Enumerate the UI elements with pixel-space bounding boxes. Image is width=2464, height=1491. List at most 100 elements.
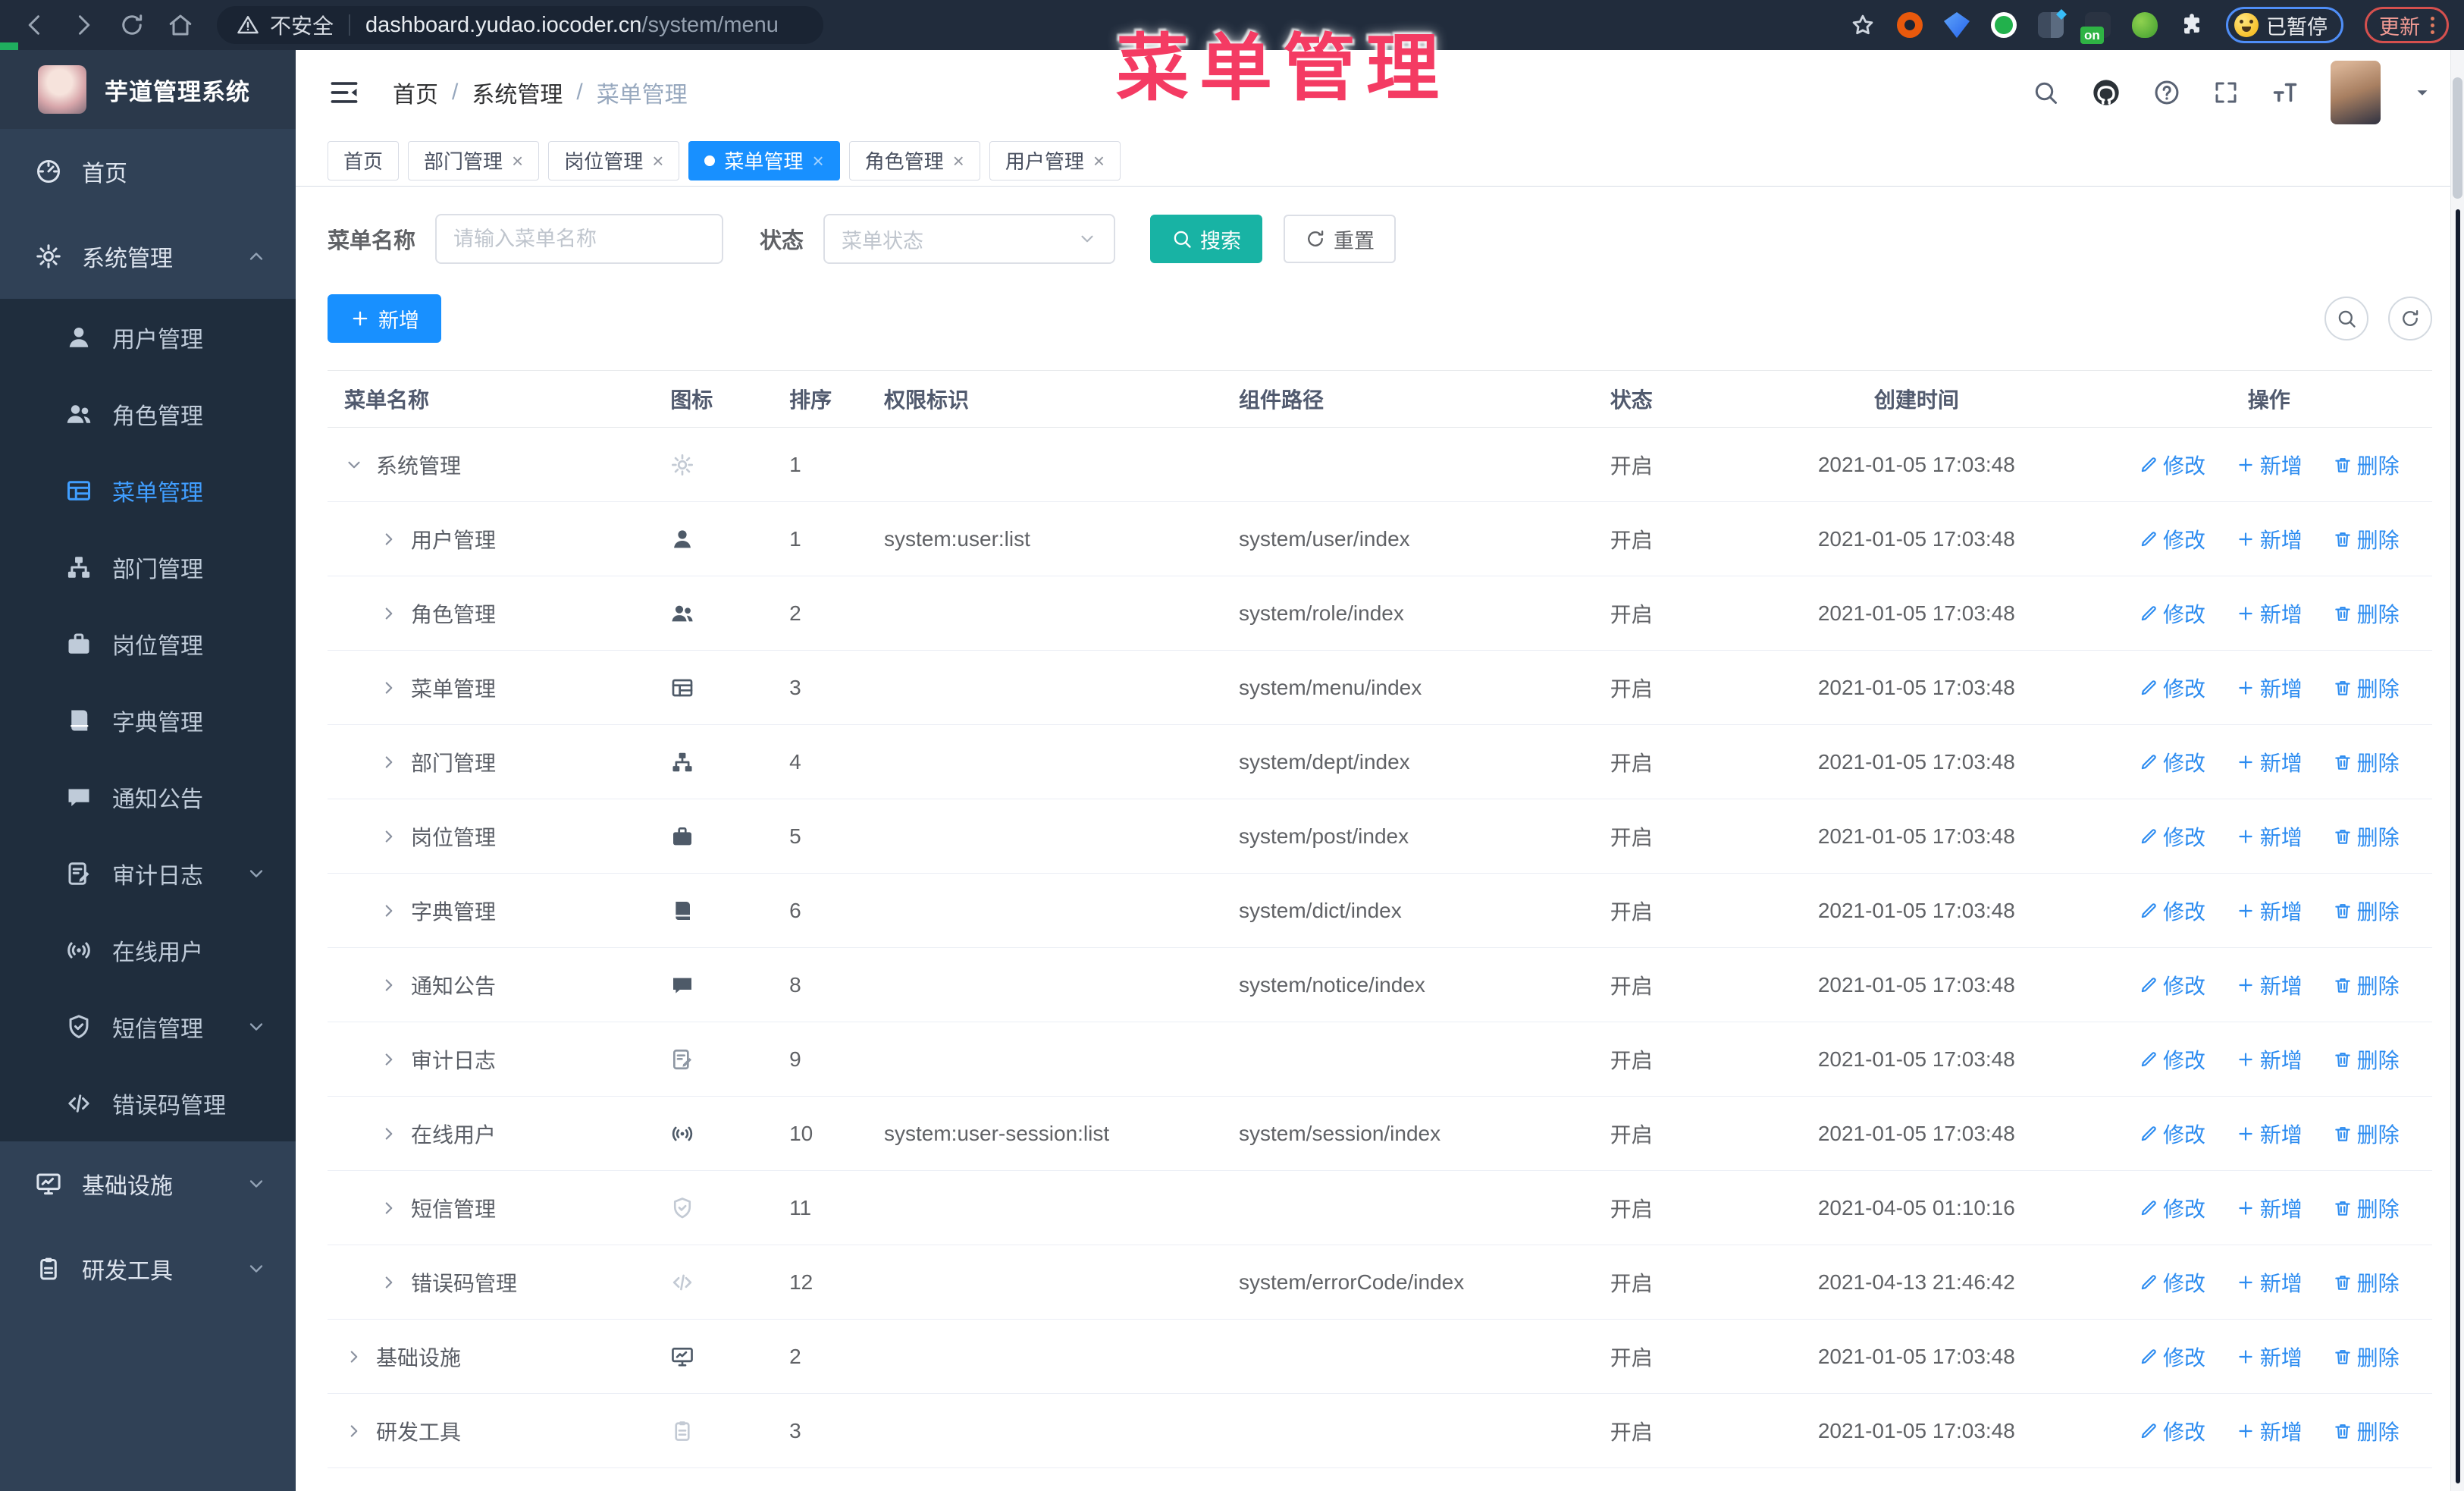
breadcrumb-item[interactable]: 菜单管理 [563, 76, 688, 109]
sidebar-item-code[interactable]: 错误码管理 [0, 1065, 296, 1141]
extension-green-icon[interactable] [1991, 12, 2017, 38]
expand-row-icon[interactable] [379, 529, 399, 549]
expand-row-icon[interactable] [379, 604, 399, 623]
breadcrumb-item[interactable]: 首页 [393, 76, 438, 109]
delete-action[interactable]: 删除 [2333, 1342, 2400, 1372]
sidebar-item-tree[interactable]: 部门管理 [0, 529, 296, 605]
delete-action[interactable]: 删除 [2333, 821, 2400, 852]
add-child-action[interactable]: 新增 [2236, 524, 2303, 554]
sidebar-item-peoples[interactable]: 角色管理 [0, 375, 296, 452]
add-child-action[interactable]: 新增 [2236, 821, 2303, 852]
expand-row-icon[interactable] [379, 1198, 399, 1218]
edit-action[interactable]: 修改 [2139, 598, 2205, 629]
expand-row-icon[interactable] [379, 1050, 399, 1069]
sidebar-item-online[interactable]: 在线用户 [0, 912, 296, 988]
reset-button[interactable]: 重置 [1284, 215, 1397, 263]
sidebar-item-post[interactable]: 岗位管理 [0, 605, 296, 682]
tab-close-icon[interactable]: × [812, 151, 823, 171]
delete-action[interactable]: 删除 [2333, 896, 2400, 926]
add-child-action[interactable]: 新增 [2236, 673, 2303, 703]
expand-row-icon[interactable] [344, 455, 364, 475]
scrollbar[interactable] [2450, 50, 2464, 1491]
sidebar-item-monitor[interactable]: 基础设施 [0, 1141, 296, 1226]
delete-action[interactable]: 删除 [2333, 450, 2400, 480]
edit-action[interactable]: 修改 [2139, 1119, 2205, 1149]
expand-row-icon[interactable] [379, 752, 399, 772]
sidebar-item-dict[interactable]: 字典管理 [0, 682, 296, 758]
edit-action[interactable]: 修改 [2139, 450, 2205, 480]
menu-name-input[interactable] [435, 214, 724, 264]
add-child-action[interactable]: 新增 [2236, 1416, 2303, 1446]
fullscreen-icon[interactable] [2212, 79, 2240, 106]
collapse-sidebar-icon[interactable] [328, 76, 361, 109]
add-child-action[interactable]: 新增 [2236, 1193, 2303, 1223]
breadcrumb-item[interactable]: 系统管理 [438, 76, 563, 109]
search-button[interactable]: 搜索 [1150, 215, 1263, 263]
reload-icon[interactable] [118, 11, 146, 39]
delete-action[interactable]: 删除 [2333, 1193, 2400, 1223]
extension-orange-icon[interactable] [1897, 12, 1923, 38]
add-menu-button[interactable]: 新增 [328, 294, 441, 343]
page-tab[interactable]: 部门管理 × [408, 140, 540, 180]
add-child-action[interactable]: 新增 [2236, 598, 2303, 629]
sidebar-item-dashboard[interactable]: 首页 [0, 129, 296, 214]
avatar-caret-down-icon[interactable] [2412, 83, 2432, 102]
bookmark-star-icon[interactable] [1850, 12, 1876, 38]
page-tab[interactable]: 用户管理 × [989, 140, 1121, 180]
extension-frog-icon[interactable] [2132, 12, 2158, 38]
home-icon[interactable] [167, 11, 194, 39]
toggle-search-button[interactable] [2324, 297, 2368, 341]
update-browser-button[interactable]: 更新 [2365, 7, 2449, 43]
page-tab[interactable]: 角色管理 × [848, 140, 980, 180]
back-icon[interactable] [21, 11, 49, 39]
sidebar-item-message[interactable]: 通知公告 [0, 758, 296, 835]
help-icon[interactable] [2153, 79, 2180, 106]
delete-action[interactable]: 删除 [2333, 1119, 2400, 1149]
add-child-action[interactable]: 新增 [2236, 1267, 2303, 1298]
tab-close-icon[interactable]: × [1093, 151, 1105, 171]
add-child-action[interactable]: 新增 [2236, 1119, 2303, 1149]
sidebar-item-tree-table[interactable]: 菜单管理 [0, 452, 296, 529]
edit-action[interactable]: 修改 [2139, 896, 2205, 926]
refresh-table-button[interactable] [2388, 297, 2432, 341]
extension-gem-icon[interactable] [1944, 12, 1970, 38]
delete-action[interactable]: 删除 [2333, 1267, 2400, 1298]
sidebar-item-sms[interactable]: 短信管理 [0, 988, 296, 1065]
delete-action[interactable]: 删除 [2333, 524, 2400, 554]
expand-row-icon[interactable] [379, 975, 399, 995]
browser-menu-dots-icon[interactable] [2431, 16, 2434, 34]
expand-row-icon[interactable] [344, 1421, 364, 1441]
scrollbar-thumb[interactable] [2453, 77, 2462, 199]
github-icon[interactable] [2091, 77, 2121, 108]
sidebar-logo-row[interactable]: 芋道管理系统 [0, 50, 296, 129]
expand-row-icon[interactable] [379, 1273, 399, 1292]
edit-action[interactable]: 修改 [2139, 524, 2205, 554]
edit-action[interactable]: 修改 [2139, 821, 2205, 852]
delete-action[interactable]: 删除 [2333, 1044, 2400, 1075]
edit-action[interactable]: 修改 [2139, 1416, 2205, 1446]
expand-row-icon[interactable] [344, 1347, 364, 1367]
search-icon[interactable] [2032, 79, 2059, 106]
add-child-action[interactable]: 新增 [2236, 450, 2303, 480]
edit-action[interactable]: 修改 [2139, 1342, 2205, 1372]
delete-action[interactable]: 删除 [2333, 970, 2400, 1000]
edit-action[interactable]: 修改 [2139, 1267, 2205, 1298]
expand-row-icon[interactable] [379, 901, 399, 921]
delete-action[interactable]: 删除 [2333, 673, 2400, 703]
edit-action[interactable]: 修改 [2139, 1193, 2205, 1223]
tab-close-icon[interactable]: × [953, 151, 964, 171]
font-size-icon[interactable] [2271, 79, 2299, 106]
sidebar-item-log[interactable]: 审计日志 [0, 835, 296, 912]
forward-icon[interactable] [70, 11, 97, 39]
add-child-action[interactable]: 新增 [2236, 970, 2303, 1000]
tab-close-icon[interactable]: × [512, 151, 523, 171]
sidebar-item-user[interactable]: 用户管理 [0, 299, 296, 375]
delete-action[interactable]: 删除 [2333, 1416, 2400, 1446]
tab-close-icon[interactable]: × [652, 151, 663, 171]
add-child-action[interactable]: 新增 [2236, 747, 2303, 777]
add-child-action[interactable]: 新增 [2236, 1044, 2303, 1075]
page-tab[interactable]: 首页 [328, 140, 400, 180]
extension-tabs-icon[interactable] [2038, 12, 2064, 38]
paused-extension-pill[interactable]: 已暂停 [2226, 7, 2343, 43]
delete-action[interactable]: 删除 [2333, 598, 2400, 629]
